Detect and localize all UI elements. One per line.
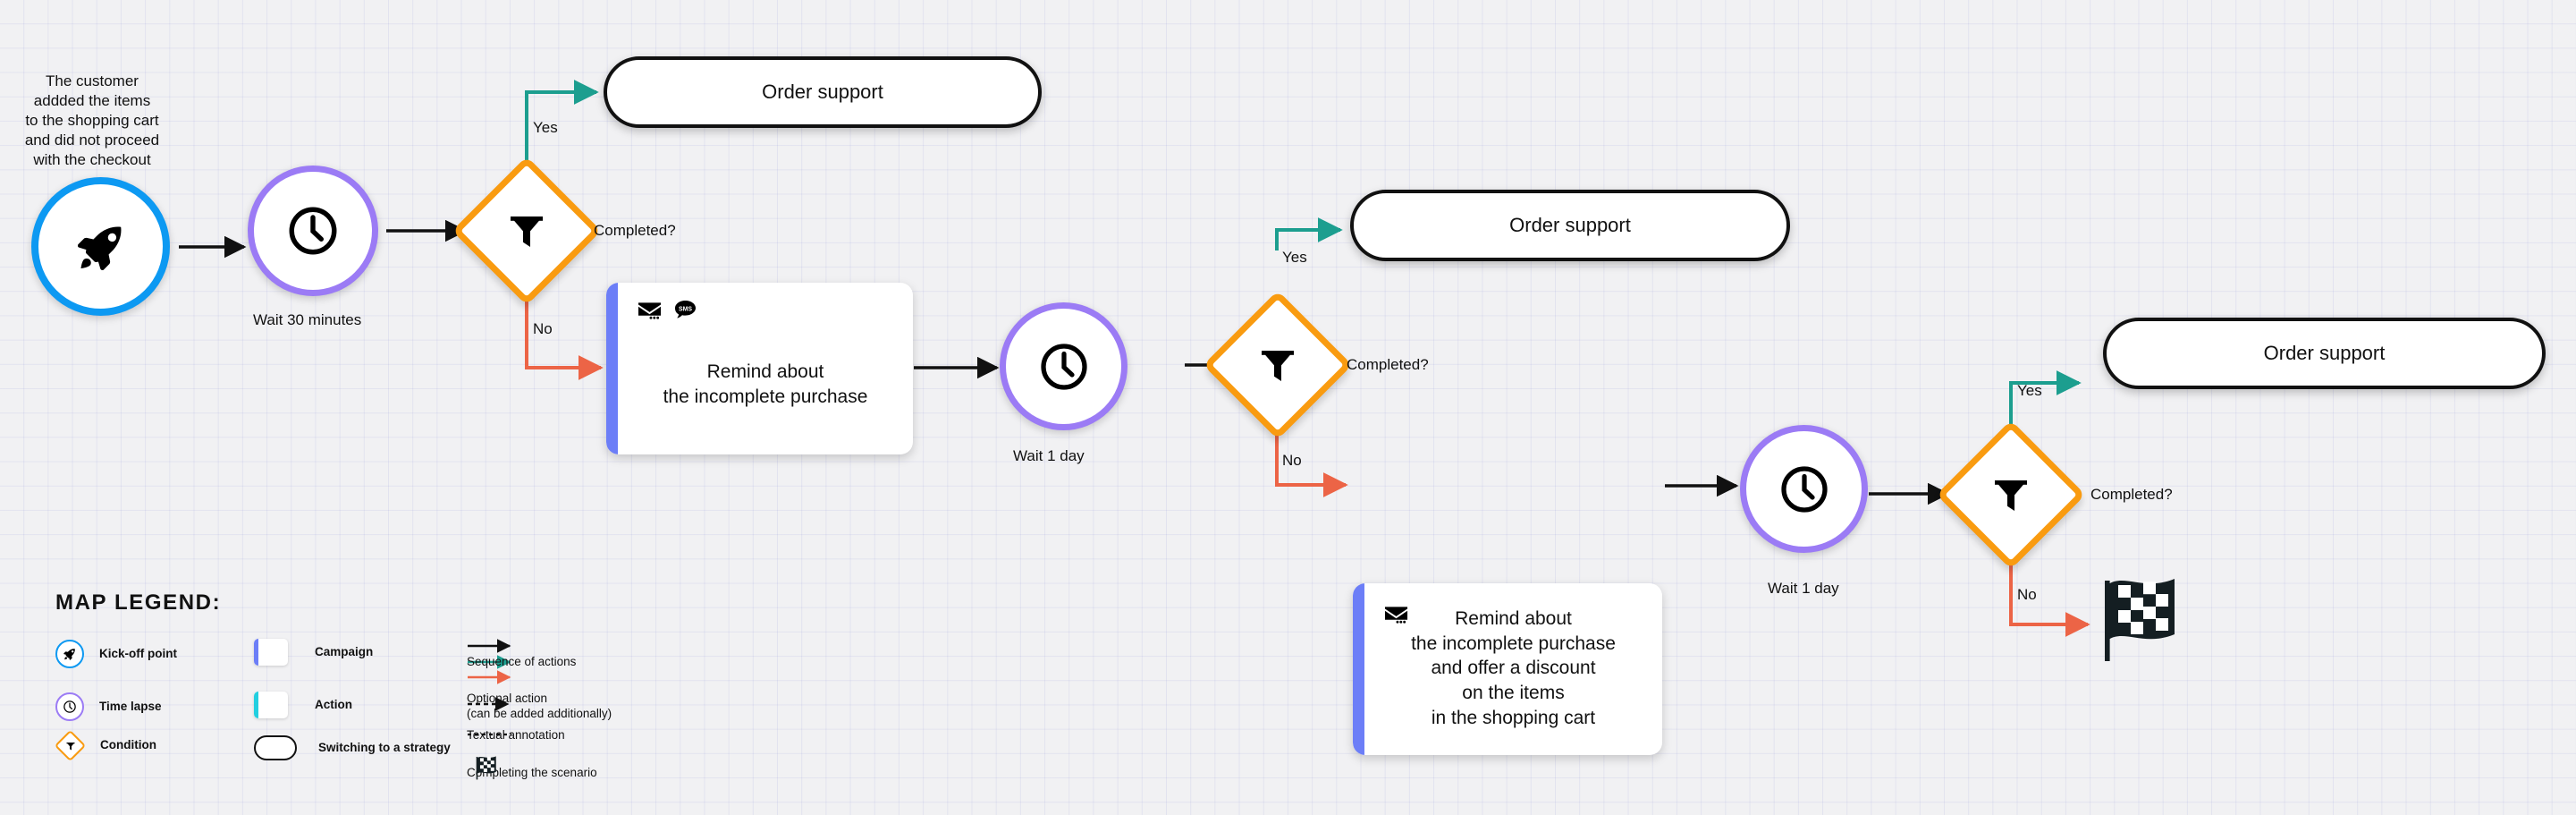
condition-3-yes-label: Yes — [2017, 382, 2042, 399]
rocket-icon — [77, 226, 121, 270]
legend-label: Textual annotation — [467, 728, 565, 742]
legend-label: Kick-off point — [99, 646, 177, 660]
kickoff-note: The customer addded the items to the sho… — [24, 72, 160, 169]
legend-label: Time lapse — [99, 699, 162, 713]
legend-item-textual-annotation: Textual annotation — [467, 728, 565, 743]
node-order-support-1[interactable]: Order support — [604, 56, 1042, 128]
checkered-flag-icon — [2105, 579, 2175, 661]
email-icon — [638, 301, 662, 325]
legend-label: Switching to a strategy — [318, 740, 451, 754]
condition-2-yes-label: Yes — [1282, 249, 1307, 266]
node-wait-1-day-b[interactable] — [1740, 425, 1868, 553]
node-completing-the-scenario — [2099, 570, 2182, 661]
node-campaign-1[interactable]: SMS Remind about the incomplete purchase — [606, 283, 913, 454]
order-support-2-label: Order support — [1509, 214, 1631, 236]
rocket-icon — [55, 640, 84, 668]
condition-diamond — [54, 729, 87, 761]
svg-text:SMS: SMS — [679, 306, 692, 312]
legend-label: Action — [315, 697, 352, 711]
legend-label: Campaign — [315, 644, 374, 658]
legend-label: Condition — [100, 737, 156, 751]
funnel-icon — [480, 184, 573, 277]
node-order-support-2[interactable]: Order support — [1350, 190, 1790, 261]
legend-item-kick-off-point: Kick-off point — [55, 640, 177, 668]
clock-icon — [1780, 465, 1828, 513]
legend-title: MAP LEGEND: — [55, 590, 222, 615]
sms-icon: SMS — [674, 300, 697, 326]
node-order-support-3[interactable]: Order support — [2103, 318, 2546, 389]
node-kickoff[interactable] — [31, 177, 170, 316]
legend-item-time-lapse: Time lapse — [55, 692, 162, 721]
clock-icon — [289, 207, 337, 255]
legend-item-sequence-of-actions: Sequence of actions — [467, 655, 576, 670]
legend-item-action: Action — [254, 692, 352, 718]
clock-icon — [1040, 343, 1087, 390]
condition-1-no-label: No — [533, 320, 553, 337]
checkered-flag-icon — [476, 756, 496, 780]
legend-item-condition: Condition — [54, 723, 156, 768]
campaign-swatch — [254, 639, 288, 666]
condition-1-question: Completed? — [594, 222, 676, 239]
node-wait-30-minutes-label: Wait 30 minutes — [253, 311, 362, 328]
order-support-3-label: Order support — [2263, 342, 2386, 364]
campaign-1-text: Remind about the incomplete purchase — [663, 361, 868, 407]
legend-item-switching-to-a-strategy: Switching to a strategy — [254, 735, 451, 760]
legend-item-campaign: Campaign — [254, 639, 373, 666]
funnel-icon — [61, 736, 80, 755]
order-support-1-label: Order support — [762, 81, 883, 103]
legend-item-optional-action: Optional action (can be added additional… — [467, 692, 612, 722]
funnel-icon — [1231, 318, 1324, 412]
legend-checkered-flag — [475, 753, 498, 785]
clock-icon — [55, 692, 84, 721]
strategy-pill-swatch — [254, 735, 297, 760]
condition-3-question: Completed? — [2090, 486, 2173, 503]
campaign-1-stripe — [606, 283, 618, 454]
action-swatch — [254, 692, 288, 718]
campaign-2-stripe — [1353, 583, 1364, 755]
condition-3-no-label: No — [2017, 586, 2037, 603]
legend-label: Sequence of actions — [467, 655, 577, 668]
condition-2-no-label: No — [1282, 452, 1302, 469]
legend-label: Optional action (can be added additional… — [467, 692, 612, 720]
node-wait-1-day-a[interactable] — [1000, 302, 1128, 430]
condition-2-question: Completed? — [1347, 356, 1429, 373]
condition-1-yes-label: Yes — [533, 119, 558, 136]
node-wait-1-day-a-label: Wait 1 day — [1013, 447, 1085, 464]
map-legend: MAP LEGEND: Kick-off point Time lapse Co… — [54, 590, 735, 796]
node-wait-30-minutes[interactable] — [248, 166, 378, 296]
campaign-2-text: Remind about the incomplete purchase and… — [1411, 608, 1616, 728]
node-wait-1-day-b-label: Wait 1 day — [1768, 580, 1839, 597]
funnel-icon — [1964, 448, 2057, 541]
node-campaign-2[interactable]: Remind about the incomplete purchase and… — [1353, 583, 1662, 755]
